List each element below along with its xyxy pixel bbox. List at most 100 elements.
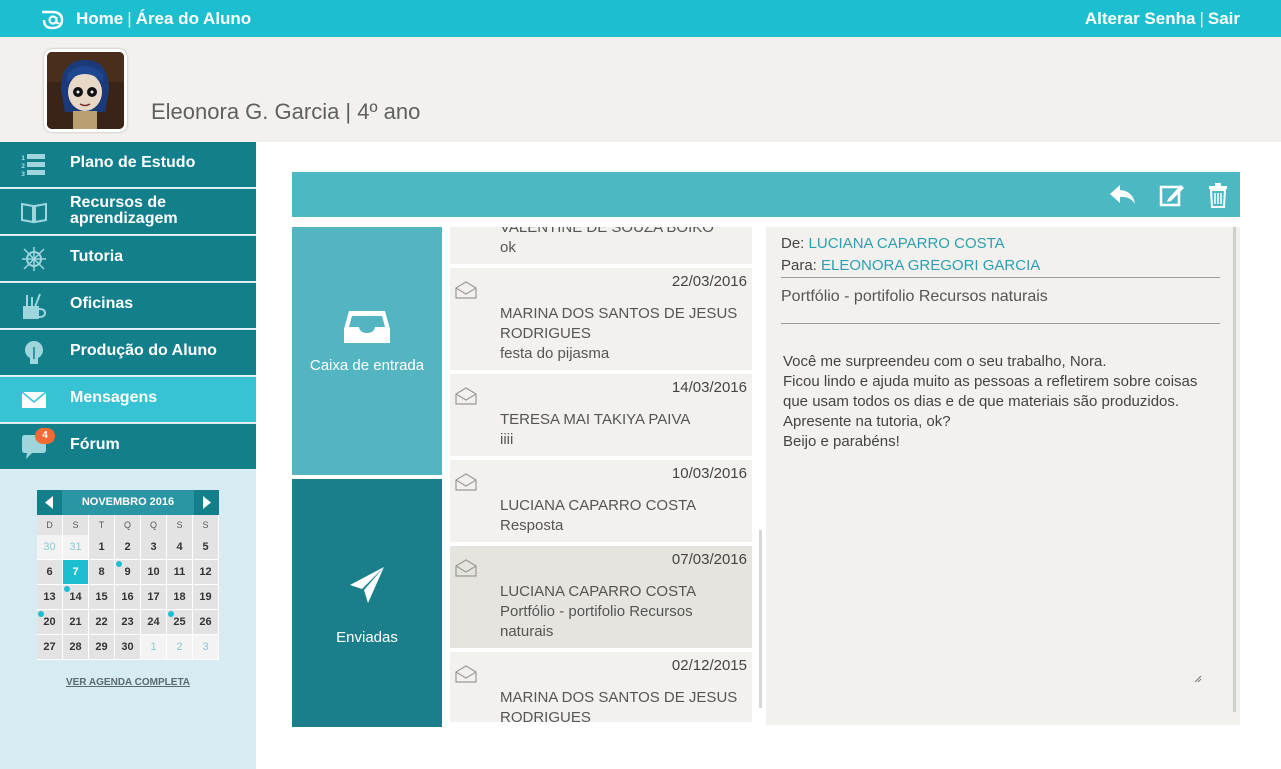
svg-text:2: 2 [21,163,25,170]
message-list-scrollbar[interactable] [759,530,762,708]
calendar-header: NOVEMBRO 2016 [37,490,219,515]
calendar-day[interactable]: 2 [167,635,193,660]
change-password-link[interactable]: Alterar Senha [1085,9,1196,28]
to-value[interactable]: ELEONORA GREGORI GARCIA [821,257,1040,274]
calendar-day-event[interactable]: 9 [115,560,141,585]
calendar-day[interactable]: 8 [89,560,115,585]
calendar-day[interactable]: 13 [37,585,63,610]
calendar-day[interactable]: 27 [37,635,63,660]
calendar-day[interactable]: 30 [115,635,141,660]
message-item[interactable]: 14/03/2016 TERESA MAI TAKIYA PAIVA iiii [450,374,752,456]
prev-month-button[interactable] [37,490,62,515]
from-value[interactable]: LUCIANA CAPARRO COSTA [809,235,1005,252]
nav-item-tutoria[interactable]: Tutoria [0,236,256,282]
calendar-day[interactable]: 3 [193,635,219,660]
sent-label: Enviadas [336,629,398,646]
message-item-selected[interactable]: 07/03/2016 LUCIANA CAPARRO COSTA Portfól… [450,546,752,648]
separator: | [1199,9,1204,28]
weekday: Q [115,515,141,535]
student-area-link[interactable]: Área do Aluno [136,9,252,28]
calendar-day[interactable]: 29 [89,635,115,660]
trash-icon[interactable] [1204,182,1232,208]
message-subject: iiii [500,431,514,448]
message-body: Você me surpreendeu com o seu trabalho, … [783,352,1203,452]
calendar-day[interactable]: 23 [115,610,141,635]
calendar-day[interactable]: 15 [89,585,115,610]
weekday: S [193,515,219,535]
compose-icon[interactable] [1158,182,1186,208]
envelope-icon [455,281,477,299]
nav-label: Recursos de aprendizagem [70,194,178,227]
calendar-day[interactable]: 19 [193,585,219,610]
calendar-day[interactable]: 30 [37,535,63,560]
body-line: Você me surpreendeu com o seu trabalho, … [783,353,1107,370]
message-sender: TERESA MAI TAKIYA PAIVA [500,411,691,428]
inbox-folder[interactable]: Caixa de entrada [292,227,442,475]
message-sender: MARINA DOS SANTOS DE JESUS RODRIGUES [500,305,738,342]
message-item[interactable]: VALENTINE DE SOUZA BOIKO ok [450,227,752,264]
envelope-icon [455,665,477,683]
avatar[interactable] [44,49,127,132]
message-subject: Resposta [500,517,564,534]
nav-item-producao[interactable]: Produção do Aluno [0,330,256,376]
next-month-button[interactable] [194,490,219,515]
message-subject: ok [500,239,516,256]
message-list: VALENTINE DE SOUZA BOIKO ok 22/03/2016 M… [450,227,752,722]
message-reader: De: LUCIANA CAPARRO COSTA Para: ELEONORA… [766,227,1240,725]
nav-item-oficinas[interactable]: Oficinas [0,283,256,329]
calendar-day[interactable]: 3 [141,535,167,560]
svg-text:1: 1 [21,155,25,162]
calendar-day[interactable]: 17 [141,585,167,610]
reader-scrollbar[interactable] [1233,227,1236,712]
message-date: 02/12/2015 [671,657,747,674]
calendar-day[interactable]: 10 [141,560,167,585]
calendar-day[interactable]: 4 [167,535,193,560]
calendar-day[interactable]: 1 [89,535,115,560]
reply-icon[interactable] [1108,182,1136,208]
calendar-day[interactable]: 12 [193,560,219,585]
nav-item-plano-de-estudo[interactable]: 1 2 3 Plano de Estudo [0,142,256,188]
nav-item-recursos[interactable]: Recursos de aprendizagem [0,189,256,235]
separator: | [127,9,132,28]
message-date: 07/03/2016 [671,551,747,568]
calendar-day-today[interactable]: 7 [63,560,89,585]
from-label: De: [781,235,805,252]
logout-link[interactable]: Sair [1208,9,1240,28]
nav-item-mensagens[interactable]: Mensagens [0,377,256,423]
calendar-day-event[interactable]: 14 [63,585,89,610]
from-line: De: LUCIANA CAPARRO COSTA [781,235,1005,252]
calendar-day-event[interactable]: 25 [167,610,193,635]
calendar-day[interactable]: 2 [115,535,141,560]
calendar-day[interactable]: 11 [167,560,193,585]
calendar-day[interactable]: 1 [141,635,167,660]
calendar-day[interactable]: 18 [167,585,193,610]
logo-icon[interactable] [40,8,68,30]
calendar-day[interactable]: 24 [141,610,167,635]
message-item[interactable]: 10/03/2016 LUCIANA CAPARRO COSTA Respost… [450,460,752,542]
message-item[interactable]: 22/03/2016 MARINA DOS SANTOS DE JESUS RO… [450,268,752,370]
student-name: Eleonora G. Garcia | 4º ano [151,99,421,124]
home-link[interactable]: Home [76,9,123,28]
message-item[interactable]: 02/12/2015 MARINA DOS SANTOS DE JESUS RO… [450,652,752,722]
calendar-day[interactable]: 6 [37,560,63,585]
message-subject: Portfólio - portifolio Recursos naturais [500,603,693,640]
calendar-day[interactable]: 31 [63,535,89,560]
calendar-day[interactable]: 22 [89,610,115,635]
calendar-day[interactable]: 5 [193,535,219,560]
calendar-month: NOVEMBRO 2016 [81,496,175,508]
message-subject: festa do pijasma [500,345,610,362]
calendar-day[interactable]: 21 [63,610,89,635]
nav-item-forum[interactable]: 4 Fórum [0,424,256,470]
full-agenda-link[interactable]: VER AGENDA COMPLETA [0,677,256,688]
resize-grip-icon[interactable] [1194,675,1202,683]
envelope-icon [455,559,477,577]
calendar-day[interactable]: 16 [115,585,141,610]
calendar-weekdays: D S T Q Q S S [37,515,219,535]
calendar-grid: 30 31 1 2 3 4 5 6 7 8 9 10 11 12 13 14 1… [37,535,219,660]
sent-folder[interactable]: Enviadas [292,479,442,727]
calendar-day[interactable]: 26 [193,610,219,635]
divider [781,323,1220,324]
message-subject-title: Portfólio - portifolio Recursos naturais [781,288,1048,305]
calendar-day-event[interactable]: 20 [37,610,63,635]
calendar-day[interactable]: 28 [63,635,89,660]
